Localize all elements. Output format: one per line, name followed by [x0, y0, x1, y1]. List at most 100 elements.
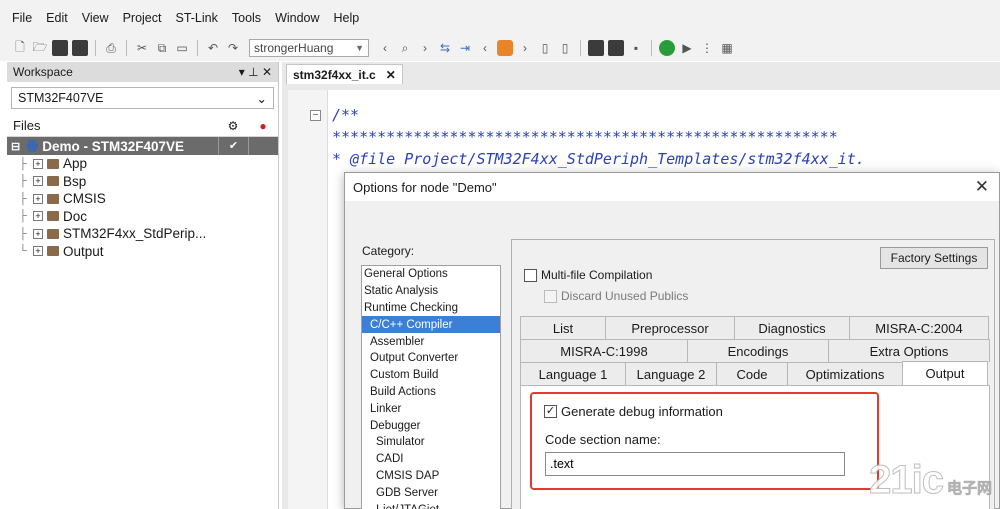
tree-item[interactable]: ├ + Doc	[7, 208, 278, 226]
nav-back-icon[interactable]: ‹	[477, 40, 493, 56]
close-icon[interactable]: ✕	[975, 177, 989, 197]
tree-item-label: STM32F4xx_StdPerip...	[63, 226, 207, 242]
menu-item-st-link[interactable]: ST-Link	[175, 11, 217, 25]
menu-item-help[interactable]: Help	[334, 11, 360, 25]
tab-code[interactable]: Code	[716, 362, 788, 385]
new-file-icon[interactable]: 🗋	[12, 40, 28, 56]
tab-language-1[interactable]: Language 1	[520, 362, 626, 385]
category-item[interactable]: Build Actions	[362, 384, 500, 401]
tree-item-label: Doc	[63, 208, 88, 224]
tab-output[interactable]: Output	[902, 361, 988, 385]
tree-item[interactable]: ├ + Bsp	[7, 173, 278, 191]
category-item[interactable]: Output Converter	[362, 350, 500, 367]
cut-icon[interactable]: ✂	[134, 40, 150, 56]
tree-item[interactable]: ├ + CMSIS	[7, 190, 278, 208]
download-debug-icon[interactable]	[659, 40, 675, 56]
category-item[interactable]: Simulator	[362, 434, 500, 451]
prev-bookmark-icon[interactable]: ▯	[537, 40, 553, 56]
paste-icon[interactable]: ▭	[174, 40, 190, 56]
collapse-box[interactable]: ⊟	[11, 140, 20, 153]
tab-encodings[interactable]: Encodings	[687, 339, 829, 362]
tree-root-project[interactable]: ⊟ Demo - STM32F407VE ✔	[7, 137, 278, 155]
menu-item-edit[interactable]: Edit	[46, 11, 68, 25]
nav-forward-icon[interactable]: ›	[517, 40, 533, 56]
dialog-title: Options for node "Demo"	[353, 179, 497, 195]
tab-extra-options[interactable]: Extra Options	[828, 339, 990, 362]
factory-settings-button[interactable]: Factory Settings	[880, 247, 988, 269]
tab-misra-c-1998[interactable]: MISRA-C:1998	[520, 339, 688, 362]
dot-icon[interactable]: ●	[248, 119, 278, 133]
undo-icon[interactable]: ↶	[205, 40, 221, 56]
configuration-select[interactable]: STM32F407VE ⌄	[11, 87, 274, 109]
category-item[interactable]: Static Analysis	[362, 283, 500, 300]
tab-language-2[interactable]: Language 2	[625, 362, 717, 385]
category-item[interactable]: CADI	[362, 451, 500, 468]
menu-item-file[interactable]: File	[12, 11, 32, 25]
category-item[interactable]: Assembler	[362, 333, 500, 350]
category-item[interactable]: Runtime Checking	[362, 300, 500, 317]
redo-icon[interactable]: ↷	[225, 40, 241, 56]
tab-optimizations[interactable]: Optimizations	[787, 362, 903, 385]
category-item[interactable]: Custom Build	[362, 367, 500, 384]
save-all-icon[interactable]	[72, 40, 88, 56]
tree-branch: ├	[19, 157, 27, 170]
tab-misra-c-2004[interactable]: MISRA-C:2004	[849, 316, 989, 339]
expand-icon[interactable]: +	[33, 176, 43, 187]
expand-icon[interactable]: +	[33, 228, 43, 239]
expand-icon[interactable]: +	[33, 158, 43, 169]
generate-debug-checkbox[interactable]: ✓	[544, 405, 557, 418]
multi-file-checkbox[interactable]	[524, 268, 537, 282]
tab-list[interactable]: List	[520, 316, 606, 339]
workspace-controls[interactable]: ▾ ⊥ ✕	[239, 65, 272, 79]
expand-icon[interactable]: +	[33, 246, 43, 257]
category-item[interactable]: C/C++ Compiler	[362, 316, 500, 334]
make-icon[interactable]	[608, 40, 624, 56]
menu-item-view[interactable]: View	[82, 11, 109, 25]
files-label: Files	[13, 118, 41, 133]
category-item[interactable]: General Options	[362, 266, 500, 283]
debug-without-download-icon[interactable]: ▶	[679, 40, 695, 56]
replace-icon[interactable]: ⇆	[437, 40, 453, 56]
tree-item[interactable]: ├ + App	[7, 155, 278, 173]
code-section-input[interactable]	[545, 452, 845, 476]
layout-icon[interactable]: ▦	[719, 40, 735, 56]
find-icon[interactable]: ⌕	[397, 40, 413, 56]
tab-preprocessor[interactable]: Preprocessor	[605, 316, 735, 339]
tab-diagnostics[interactable]: Diagnostics	[734, 316, 850, 339]
copy-icon[interactable]: ⧉	[154, 40, 170, 56]
fold-toggle-icon[interactable]: −	[310, 110, 321, 121]
print-icon[interactable]: ⎙	[103, 40, 119, 56]
bookmark-icon[interactable]	[497, 40, 513, 56]
toolbar-options-icon[interactable]: ⋮	[699, 40, 715, 56]
open-file-icon[interactable]: 🗁	[32, 40, 48, 56]
expand-icon[interactable]: +	[33, 193, 43, 204]
discard-unused-row: Discard Unused Publics	[544, 289, 688, 303]
generate-debug-row[interactable]: ✓ Generate debug information	[544, 404, 723, 419]
save-icon[interactable]	[52, 40, 68, 56]
category-item[interactable]: I-jet/JTAGjet	[362, 501, 500, 509]
multi-file-row[interactable]: Multi-file Compilation	[524, 268, 652, 282]
folder-icon	[47, 158, 59, 169]
menu-item-window[interactable]: Window	[275, 11, 319, 25]
close-icon[interactable]: ✕	[386, 68, 396, 82]
tree-item[interactable]: ├ + STM32F4xx_StdPerip...	[7, 225, 278, 243]
editor-tab[interactable]: stm32f4xx_it.c ✕	[286, 64, 403, 84]
menu-item-tools[interactable]: Tools	[232, 11, 261, 25]
find-combo[interactable]: strongerHuang ▼	[249, 39, 369, 57]
find-previous-icon[interactable]: ‹	[377, 40, 393, 56]
next-bookmark-icon[interactable]: ▯	[557, 40, 573, 56]
menu-item-project[interactable]: Project	[123, 11, 162, 25]
breakpoint-icon[interactable]: ▪	[628, 40, 644, 56]
category-list[interactable]: General Options Static Analysis Runtime Ch…	[361, 265, 501, 509]
expand-icon[interactable]: +	[33, 211, 43, 222]
compile-icon[interactable]	[588, 40, 604, 56]
category-item[interactable]: GDB Server	[362, 484, 500, 501]
gear-icon[interactable]: ⚙	[218, 119, 248, 133]
category-item[interactable]: CMSIS DAP	[362, 468, 500, 485]
project-node[interactable]: ⊟ Demo - STM32F407VE	[7, 137, 218, 155]
find-next-icon[interactable]: ›	[417, 40, 433, 56]
goto-icon[interactable]: ⇥	[457, 40, 473, 56]
tree-item[interactable]: └ + Output	[7, 243, 278, 261]
category-item[interactable]: Linker	[362, 400, 500, 417]
category-item[interactable]: Debugger	[362, 417, 500, 434]
